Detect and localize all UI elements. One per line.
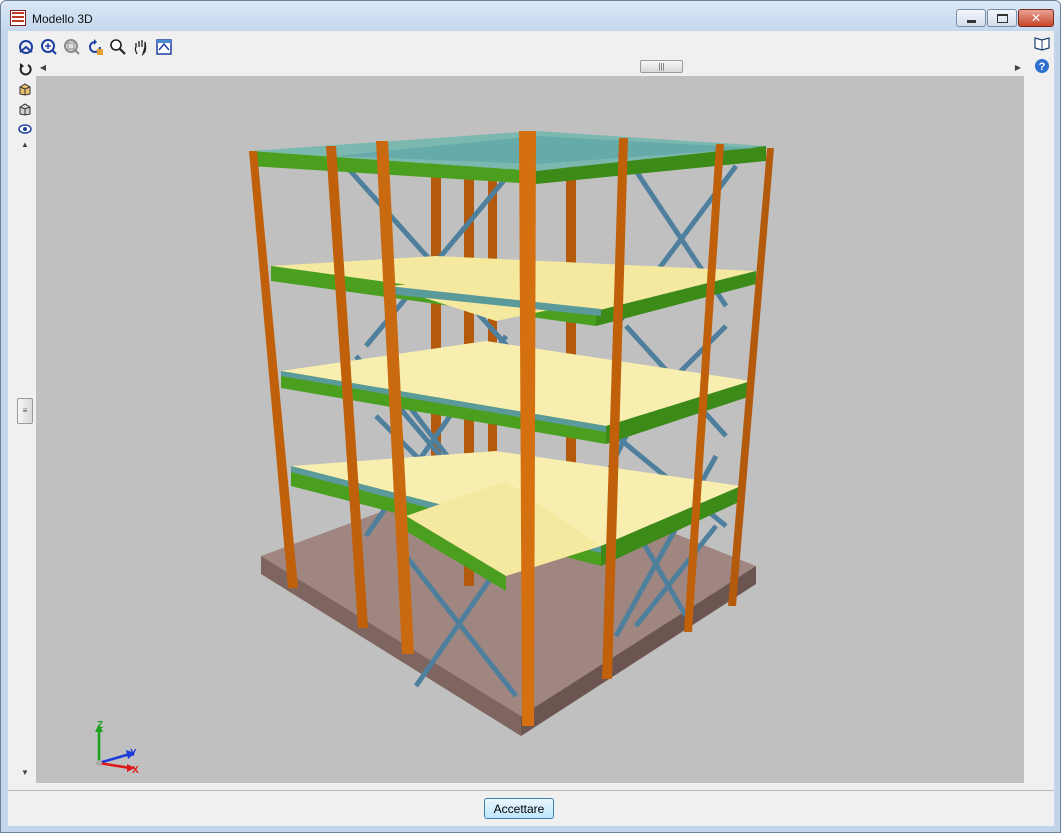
axis-x-label: X xyxy=(132,765,139,776)
minimize-button[interactable] xyxy=(956,9,986,27)
building-model-drawing: Z Y X xyxy=(95,131,774,776)
accept-button[interactable]: Accettare xyxy=(484,798,554,819)
book-help-icon[interactable] xyxy=(1033,33,1051,53)
scroll-left-arrow-icon[interactable]: ◀ xyxy=(36,60,50,74)
redraw-icon[interactable] xyxy=(85,37,105,57)
solid-view-icon[interactable] xyxy=(17,80,33,98)
scroll-right-arrow-icon[interactable]: ▶ xyxy=(1011,60,1025,74)
zoom-window-icon[interactable] xyxy=(62,37,82,57)
undo-view-icon[interactable] xyxy=(17,60,33,78)
vertical-scrollbar[interactable]: ▲ ≡ ▼ xyxy=(17,138,33,778)
scroll-down-arrow-icon[interactable]: ▼ xyxy=(17,766,33,778)
svg-text:?: ? xyxy=(1039,61,1046,73)
horizontal-scrollbar[interactable]: ◀ ||| ▶ xyxy=(36,60,1025,74)
left-toolbar xyxy=(17,60,33,140)
axis-z-label: Z xyxy=(97,720,103,731)
app-window: Modello 3D ✕ ? ◀ ||| ▶ ▲ ≡ ▼ Z Y X Accet… xyxy=(0,0,1061,833)
wireframe-view-icon[interactable] xyxy=(17,100,33,118)
visibility-icon[interactable] xyxy=(17,120,33,138)
client-area: ? ◀ ||| ▶ ▲ ≡ ▼ Z Y X Accettare xyxy=(8,31,1054,826)
view-options-icon[interactable] xyxy=(154,37,174,57)
axis-indicator: Z Y X xyxy=(95,720,139,776)
zoom-icon[interactable] xyxy=(108,37,128,57)
view-toolbar xyxy=(16,37,174,57)
axis-y-label: Y xyxy=(130,748,137,759)
maximize-button[interactable] xyxy=(987,9,1017,27)
zoom-extents-icon[interactable] xyxy=(39,37,59,57)
pan-hand-icon[interactable] xyxy=(131,37,151,57)
help-tools: ? xyxy=(1033,33,1051,79)
model-3d-viewport[interactable]: Z Y X xyxy=(36,76,1024,783)
title-bar[interactable]: Modello 3D ✕ xyxy=(1,1,1060,31)
window-title: Modello 3D xyxy=(32,12,93,26)
app-icon xyxy=(10,10,26,26)
rotate-view-icon[interactable] xyxy=(16,37,36,57)
footer-divider xyxy=(8,790,1054,791)
vertical-scroll-thumb[interactable]: ≡ xyxy=(17,398,33,424)
scroll-up-arrow-icon[interactable]: ▲ xyxy=(17,138,33,150)
close-button[interactable]: ✕ xyxy=(1018,9,1054,27)
horizontal-scroll-thumb[interactable]: ||| xyxy=(640,60,683,73)
question-help-icon[interactable]: ? xyxy=(1033,56,1051,76)
